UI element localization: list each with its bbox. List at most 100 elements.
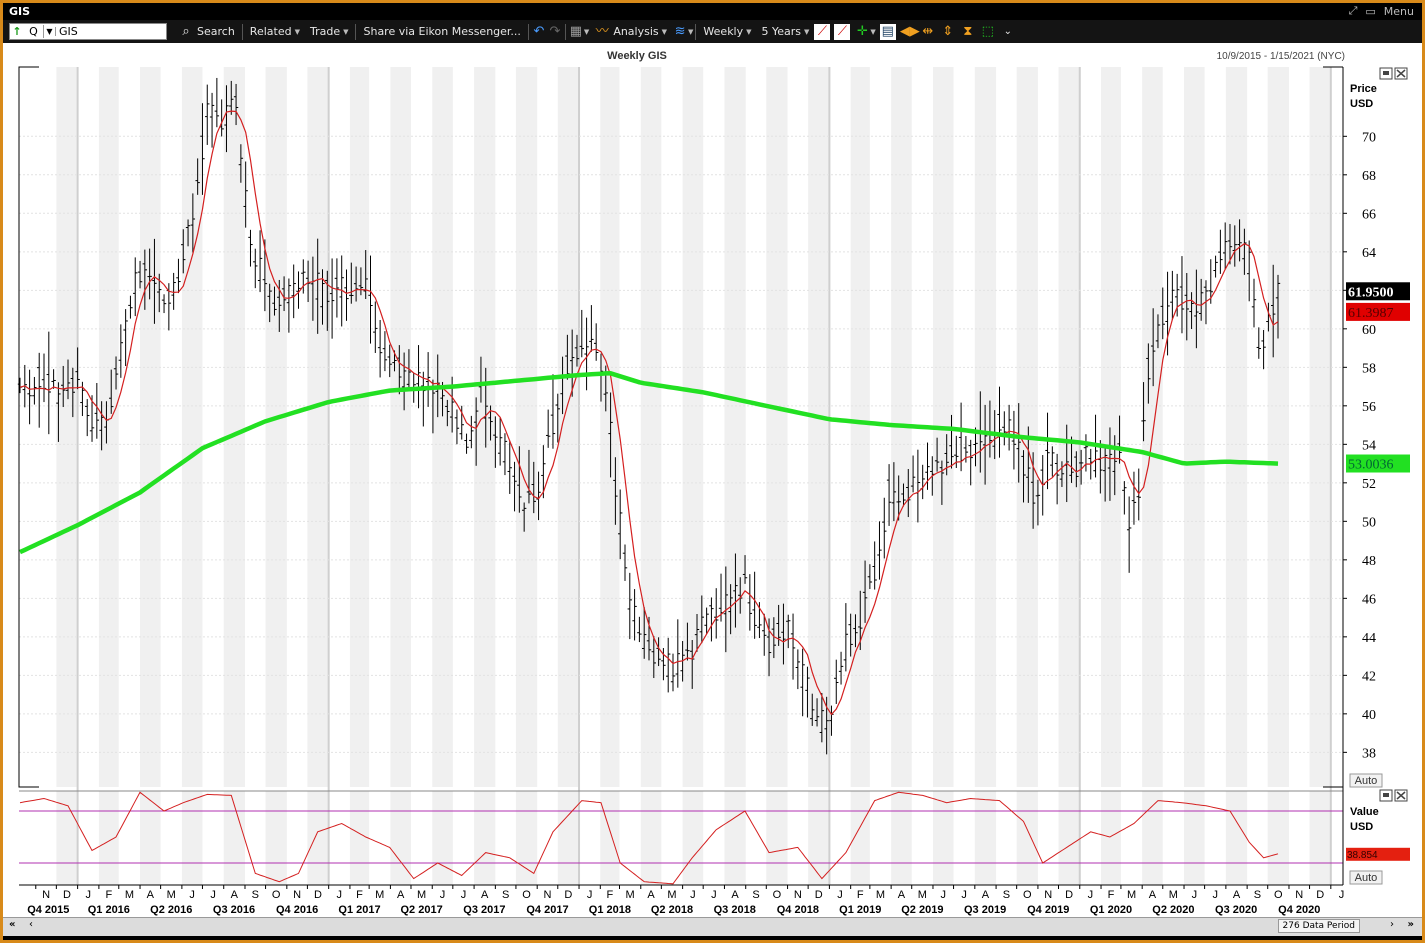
- month-stripe: [432, 791, 453, 885]
- quarter-tick-label: Q3 2019: [964, 904, 1006, 916]
- month-tick-label: A: [231, 889, 239, 901]
- zoom-y-icon[interactable]: ⇕: [940, 24, 956, 40]
- chevron-down-icon[interactable]: ▼: [870, 28, 875, 36]
- month-stripe: [515, 791, 538, 885]
- ric-mode-dropdown-icon[interactable]: ▼: [44, 27, 56, 36]
- y-tick-label: 58: [1362, 361, 1376, 376]
- quarter-tick-label: Q4 2018: [777, 904, 819, 916]
- table-icon[interactable]: ▤: [879, 23, 896, 40]
- window-title: GIS: [9, 5, 31, 18]
- crosshair-icon[interactable]: ✛: [854, 24, 870, 40]
- share-button[interactable]: Share via Eikon Messenger...: [358, 25, 525, 38]
- scroll-left-icon[interactable]: ‹: [29, 919, 33, 930]
- month-stripe: [223, 67, 245, 787]
- up-arrow-icon: ↑: [12, 25, 22, 38]
- undo-icon[interactable]: ↶: [531, 24, 547, 40]
- value-axis-unit: USD: [1350, 821, 1373, 833]
- month-tick-label: M: [1169, 889, 1178, 901]
- price-axis-title: Price: [1350, 83, 1377, 95]
- compare-chart-icon[interactable]: ⟋: [834, 23, 851, 40]
- month-tick-label: A: [1233, 889, 1241, 901]
- more-icon[interactable]: ⌄: [1000, 24, 1016, 40]
- month-stripe: [474, 791, 496, 885]
- auto-label: Auto: [1355, 775, 1378, 787]
- scroll-left-icon[interactable]: ◀▶: [900, 24, 920, 40]
- analysis-icon: 〰: [595, 23, 609, 39]
- data-period-box[interactable]: 276 Data Period: [1277, 919, 1360, 933]
- chart-svg[interactable]: 3840424446485052545658606264666870NDJFMA…: [3, 43, 1422, 917]
- month-tick-label: F: [356, 889, 363, 901]
- window-titlebar: GIS ⤢ ▭ Menu: [3, 3, 1422, 20]
- studies-icon[interactable]: ≋: [672, 24, 688, 40]
- ric-mode[interactable]: Q: [24, 25, 44, 38]
- y-tick-label: 52: [1362, 477, 1376, 492]
- month-stripe: [1267, 67, 1289, 787]
- month-tick-label: F: [857, 889, 864, 901]
- search-button[interactable]: ⌕ Search: [173, 24, 240, 40]
- layout-icon[interactable]: ▦: [568, 24, 584, 40]
- share-label: Share via Eikon Messenger...: [363, 25, 521, 38]
- quarter-tick-label: Q1 2018: [589, 904, 631, 916]
- month-stripe: [640, 791, 662, 885]
- indicator-label: 38.854: [1347, 850, 1378, 861]
- month-tick-label: J: [337, 889, 343, 901]
- month-tick-label: J: [961, 889, 967, 901]
- month-tick-label: F: [1108, 889, 1115, 901]
- month-stripe: [1267, 791, 1289, 885]
- month-tick-label: O: [773, 889, 782, 901]
- month-tick-label: M: [167, 889, 176, 901]
- quarter-tick-label: Q3 2020: [1215, 904, 1257, 916]
- analysis-menu[interactable]: 〰 Analysis ▼: [589, 24, 672, 40]
- month-tick-label: M: [626, 889, 635, 901]
- month-tick-label: D: [314, 889, 322, 901]
- y-tick-label: 48: [1362, 554, 1376, 569]
- month-stripe: [265, 791, 287, 885]
- month-tick-label: D: [564, 889, 572, 901]
- month-tick-label: D: [63, 889, 71, 901]
- ric-control: ↑ Q ▼: [9, 23, 167, 40]
- month-tick-label: M: [417, 889, 426, 901]
- month-stripe: [181, 791, 203, 885]
- month-tick-label: A: [898, 889, 906, 901]
- y-tick-label: 42: [1362, 669, 1376, 684]
- expand-icon[interactable]: ⤢: [1349, 4, 1358, 18]
- quarter-tick-label: Q4 2020: [1278, 904, 1320, 916]
- quarter-tick-label: Q4 2017: [526, 904, 568, 916]
- ric-input[interactable]: [56, 24, 156, 39]
- hourglass-icon[interactable]: ⧗: [960, 24, 976, 40]
- month-tick-label: S: [1254, 889, 1261, 901]
- chevron-down-icon: ▼: [746, 27, 752, 36]
- month-tick-label: M: [667, 889, 676, 901]
- chart-area[interactable]: 3840424446485052545658606264666870NDJFMA…: [3, 43, 1422, 917]
- time-scrollbar[interactable]: « ‹ 276 Data Period › »: [3, 917, 1422, 936]
- range-menu[interactable]: 5 Years ▼: [757, 25, 815, 38]
- redo-icon[interactable]: ↷: [547, 24, 563, 40]
- related-menu[interactable]: Related ▼: [245, 25, 305, 38]
- zoom-x-icon[interactable]: ⇹: [920, 24, 936, 40]
- interval-menu[interactable]: Weekly ▼: [698, 25, 756, 38]
- month-tick-label: J: [189, 889, 195, 901]
- month-stripe: [307, 67, 329, 787]
- month-tick-label: M: [876, 889, 885, 901]
- window-menu[interactable]: Menu: [1384, 5, 1414, 18]
- month-tick-label: S: [1003, 889, 1010, 901]
- scroll-start-icon[interactable]: «: [9, 919, 15, 930]
- ma-long-label: 53.0036: [1348, 458, 1394, 473]
- month-tick-label: A: [481, 889, 489, 901]
- divider: [241, 23, 243, 40]
- price-axis-unit: USD: [1350, 98, 1373, 110]
- trade-menu[interactable]: Trade ▼: [305, 25, 354, 38]
- line-chart-icon[interactable]: ⟋: [814, 23, 831, 40]
- quarter-tick-label: Q4 2016: [276, 904, 318, 916]
- y-tick-label: 60: [1362, 323, 1376, 338]
- scroll-end-icon[interactable]: »: [1408, 919, 1414, 930]
- select-icon[interactable]: ⬚: [980, 24, 996, 40]
- toolbar: ↑ Q ▼ ⌕Search Related▼ Trade▼ Share via …: [3, 20, 1422, 43]
- month-stripe: [1058, 791, 1080, 885]
- month-tick-label: M: [918, 889, 927, 901]
- divider: [355, 23, 357, 40]
- month-tick-label: N: [293, 889, 301, 901]
- dock-icon[interactable]: ▭: [1365, 5, 1375, 18]
- scroll-right-icon[interactable]: ›: [1390, 919, 1394, 930]
- chevron-down-icon[interactable]: ▼: [688, 28, 693, 36]
